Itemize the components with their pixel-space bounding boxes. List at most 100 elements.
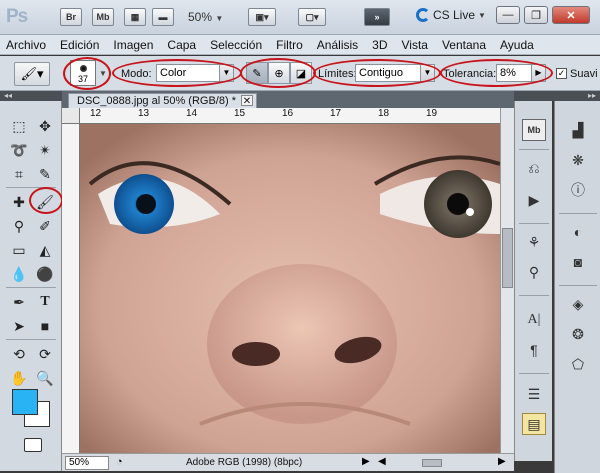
minimize-button[interactable]: —: [496, 6, 520, 24]
layers-panel-button[interactable]: ◈: [566, 293, 590, 315]
history-brush-tool[interactable]: ✐: [34, 215, 56, 237]
path-selection-tool[interactable]: ➤: [8, 315, 30, 337]
ruler-origin[interactable]: [62, 108, 80, 124]
tool-preset-picker[interactable]: 🖌▾: [14, 62, 50, 86]
move-tool[interactable]: ✥: [34, 115, 56, 137]
foreground-color-swatch-top[interactable]: [12, 389, 38, 415]
scrollbar-thumb[interactable]: [502, 228, 513, 288]
eyedropper-tool[interactable]: ✎: [34, 163, 56, 185]
checkmark-icon: ✓: [557, 68, 566, 78]
histogram-panel-button[interactable]: ▟: [566, 119, 590, 141]
extras-button[interactable]: ▦: [124, 8, 146, 26]
chevron-right-icon[interactable]: ▶: [498, 456, 506, 467]
restore-icon: ❐: [531, 9, 541, 22]
mini-bridge-panel-button[interactable]: Mb: [522, 119, 546, 141]
dodge-tool[interactable]: ⚫: [34, 263, 56, 285]
paths-panel-button[interactable]: ⬠: [566, 353, 590, 375]
chevron-left-icon[interactable]: ◀: [378, 456, 386, 467]
document-tab-bar: DSC_0888.jpg al 50% (RGB/8) * ✕: [62, 91, 514, 108]
close-icon[interactable]: ✕: [240, 95, 253, 107]
zoom-tool[interactable]: 🔍: [34, 367, 56, 389]
3d-rotate-tool[interactable]: ⟲: [8, 343, 30, 365]
layer-comps-panel-button[interactable]: ▤: [522, 413, 546, 435]
horizontal-ruler[interactable]: 12 13 14 15 16 17 18 19: [80, 108, 500, 124]
mode-select[interactable]: Color ▼: [156, 64, 234, 82]
hand-tool[interactable]: ✋: [8, 367, 30, 389]
type-tool[interactable]: T: [34, 291, 56, 313]
color-replacement-tool[interactable]: 🖌: [34, 191, 56, 213]
actions-panel-button[interactable]: ▶: [522, 189, 546, 211]
sampling-background-button[interactable]: ◪: [290, 62, 312, 84]
blur-tool[interactable]: 💧: [8, 263, 30, 285]
tolerance-input[interactable]: 8% ▶: [496, 64, 546, 82]
arrange-documents-button[interactable]: ▣▾: [248, 8, 276, 26]
3d-orbit-tool[interactable]: ⟳: [34, 343, 56, 365]
spot-healing-tool[interactable]: ✚: [8, 191, 30, 213]
clone-stamp-tool[interactable]: ⚲: [8, 215, 30, 237]
paragraph-panel-button[interactable]: ¶: [522, 339, 546, 361]
cs-live-menu[interactable]: CS Live ▼: [416, 8, 486, 22]
marquee-tool[interactable]: ⬚: [8, 115, 30, 137]
masks-panel-button[interactable]: ◙: [566, 251, 590, 273]
menu-archivo[interactable]: Archivo: [6, 38, 46, 52]
menu-capa[interactable]: Capa: [167, 38, 196, 52]
zoom-input[interactable]: 50%: [65, 456, 109, 470]
menu-3d[interactable]: 3D: [372, 38, 387, 52]
panel-dock-collapse-bar[interactable]: ▸▸: [514, 91, 600, 101]
clone-source-panel-button[interactable]: ⚘: [522, 231, 546, 253]
menu-imagen[interactable]: Imagen: [113, 38, 153, 52]
vertical-ruler[interactable]: [62, 124, 80, 453]
anti-alias-label: Suavi: [570, 68, 598, 80]
horizontal-scrollbar-thumb[interactable]: [422, 459, 442, 467]
sampling-once-button[interactable]: ⊕: [268, 62, 290, 84]
paint-bucket-tool[interactable]: ◭: [34, 239, 56, 261]
limits-select[interactable]: Contiguo ▼: [355, 64, 435, 82]
menu-ayuda[interactable]: Ayuda: [500, 38, 534, 52]
history-icon: ⎌: [528, 159, 540, 176]
toolbox-divider: [6, 187, 56, 188]
toolbox-collapse-bar[interactable]: ◂◂: [0, 91, 62, 101]
tool-presets-panel-button[interactable]: ⚲: [522, 261, 546, 283]
extras-menu-button[interactable]: ▬: [152, 8, 174, 26]
zoom-level-menu[interactable]: 50% ▼: [188, 10, 223, 24]
sampling-continuous-button[interactable]: ✎: [246, 62, 268, 84]
magic-wand-tool[interactable]: ✴: [34, 139, 56, 161]
brush-preset-picker[interactable]: 37: [70, 60, 96, 86]
menu-ventana[interactable]: Ventana: [442, 38, 486, 52]
bridge-button[interactable]: Br: [60, 8, 82, 26]
menu-edicion[interactable]: Edición: [60, 38, 99, 52]
lasso-tool[interactable]: ➰: [8, 139, 30, 161]
document-tab[interactable]: DSC_0888.jpg al 50% (RGB/8) * ✕: [68, 93, 257, 108]
crop-tool[interactable]: ⌗: [8, 163, 30, 185]
document-canvas[interactable]: [80, 124, 500, 453]
workspace-switcher-button[interactable]: »: [364, 8, 390, 26]
close-window-button[interactable]: ✕: [552, 6, 590, 24]
rectangle-tool[interactable]: ■: [34, 315, 56, 337]
eraser-tool[interactable]: ▭: [8, 239, 30, 261]
vertical-scrollbar[interactable]: [500, 108, 514, 453]
chevron-right-icon[interactable]: ▶: [531, 65, 545, 81]
chevron-down-icon[interactable]: ▼: [99, 69, 107, 78]
menu-analisis[interactable]: Análisis: [317, 38, 358, 52]
history-panel-button[interactable]: ⎌: [522, 157, 546, 179]
menu-filtro[interactable]: Filtro: [276, 38, 303, 52]
anti-alias-checkbox[interactable]: ✓: [556, 68, 567, 79]
status-info-icon[interactable]: ◔: [116, 456, 123, 468]
navigator-panel-button[interactable]: ❋: [566, 149, 590, 171]
info-panel-button[interactable]: ⓘ: [566, 179, 590, 201]
maximize-button[interactable]: ❐: [524, 6, 548, 24]
chevron-right-icon[interactable]: ▶: [362, 456, 370, 467]
menu-seleccion[interactable]: Selección: [210, 38, 262, 52]
character-panel-button[interactable]: A|: [522, 309, 546, 331]
adjustments-panel-button[interactable]: ◐: [566, 221, 590, 243]
notes-panel-button[interactable]: ☰: [522, 383, 546, 405]
pen-tool[interactable]: ✒: [8, 291, 30, 313]
screen-mode-button[interactable]: ▢▾: [298, 8, 326, 26]
channels-panel-button[interactable]: ❂: [566, 323, 590, 345]
menu-vista[interactable]: Vista: [402, 38, 428, 52]
quick-mask-button[interactable]: [24, 438, 42, 452]
mini-bridge-button[interactable]: Mb: [92, 8, 114, 26]
move-icon: ✥: [39, 117, 51, 134]
dock-divider: [519, 223, 549, 224]
chevron-down-icon: ▼: [219, 65, 233, 81]
